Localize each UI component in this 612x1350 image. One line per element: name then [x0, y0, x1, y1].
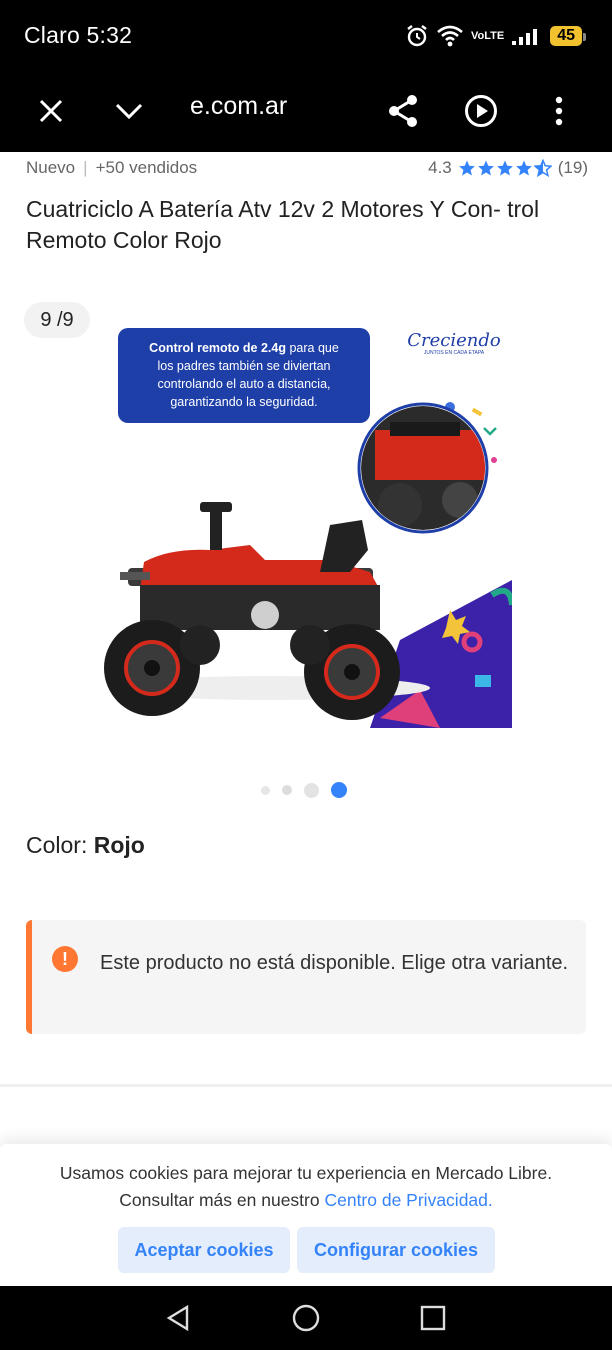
brand-tagline: JUNTOS EN CADA ETAPA [424, 350, 485, 356]
volte-bottom: LTE [484, 30, 505, 42]
gallery-pagination[interactable] [0, 782, 612, 798]
section-divider [0, 1084, 612, 1087]
pagination-dot[interactable] [304, 782, 319, 798]
rating-count: (19) [557, 158, 588, 177]
product-title: Cuatriciclo A Batería Atv 12v 2 Motores … [26, 196, 540, 253]
signal-icon [512, 27, 542, 45]
play-icon [465, 95, 497, 127]
share-icon [389, 95, 417, 127]
image-counter: 9 /9 [24, 302, 90, 338]
sold-count: +50 vendidos [95, 158, 198, 177]
pagination-dot-active[interactable] [331, 782, 347, 798]
product-image[interactable]: Control remoto de 2.4g para que los padr… [100, 310, 515, 728]
nav-back-button[interactable] [160, 1300, 196, 1336]
atv-product-illustration: Control remoto de 2.4g para que los padr… [104, 328, 515, 728]
more-options-button[interactable] [534, 86, 584, 136]
notice-message: Este producto no está disponible. Elige … [100, 952, 569, 974]
star-half-icon [533, 159, 552, 177]
rating[interactable]: 4.3 (19) [428, 158, 588, 178]
carrier-time: Claro 5:32 [24, 22, 133, 48]
pagination-dot[interactable] [282, 785, 292, 795]
rating-value: 4.3 [428, 158, 452, 177]
star-full-icon [477, 160, 494, 176]
status-bar: Claro 5:32 Vo LTE 45 [0, 0, 612, 70]
product-meta: Nuevo | +50 vendidos 4.3 (19) [26, 156, 588, 180]
callout-bold: Control remoto de 2.4g [149, 341, 286, 355]
nav-recents-button[interactable] [415, 1300, 451, 1336]
callout-line-4: garantizando la seguridad. [170, 395, 317, 409]
unavailable-notice: ! Este producto no está disponible. Elig… [26, 920, 586, 1034]
close-icon [39, 99, 63, 123]
color-variant: Color: Rojo [26, 832, 145, 859]
battery-indicator: 45 [550, 26, 586, 46]
sales-info: Nuevo | +50 vendidos [26, 158, 197, 178]
volte-indicator: Vo LTE [470, 30, 505, 42]
condition-label: Nuevo [26, 158, 76, 177]
color-label: Color: [26, 832, 94, 858]
volte-top: Vo [470, 30, 485, 42]
more-vert-icon [555, 96, 563, 126]
callout-line-3: controlando el auto a distancia, [157, 377, 330, 391]
meta-separator: | [83, 158, 88, 177]
star-full-icon [515, 160, 532, 176]
callout-line-1-rest: para que [286, 341, 339, 355]
privacy-center-link[interactable]: Centro de Privacidad. [324, 1190, 492, 1210]
star-full-icon [496, 160, 513, 176]
alarm-icon [405, 24, 429, 48]
close-button[interactable] [26, 86, 76, 136]
back-triangle-icon [166, 1304, 189, 1332]
play-button[interactable] [456, 86, 506, 136]
wifi-icon [437, 25, 463, 47]
system-nav-bar [0, 1286, 612, 1350]
nav-home-button[interactable] [288, 1300, 324, 1336]
browser-toolbar: e.com.ar [0, 70, 612, 152]
accept-cookies-button[interactable]: Aceptar cookies [118, 1227, 290, 1273]
recents-square-icon [420, 1305, 446, 1331]
callout-line-1: Control remoto de 2.4g para que [149, 341, 339, 355]
pagination-dot[interactable] [261, 785, 270, 795]
status-icons: Vo LTE 45 [405, 22, 586, 50]
callout-line-2: los padres también se diviertan [157, 359, 330, 373]
color-value: Rojo [93, 832, 145, 858]
share-button[interactable] [378, 86, 428, 136]
cookie-banner: Usamos cookies para mejorar tu experienc… [0, 1144, 612, 1286]
warning-icon: ! [52, 946, 78, 972]
url-text[interactable]: e.com.ar [190, 92, 287, 121]
collapse-button[interactable] [104, 86, 154, 136]
star-full-icon [458, 160, 475, 176]
cookie-text: Usamos cookies para mejorar tu experienc… [40, 1160, 572, 1214]
rating-stars [458, 159, 552, 177]
brand-logo: Creciendo [407, 330, 501, 351]
home-circle-icon [292, 1304, 320, 1332]
chevron-down-icon [115, 103, 143, 120]
configure-cookies-button[interactable]: Configurar cookies [297, 1227, 495, 1273]
